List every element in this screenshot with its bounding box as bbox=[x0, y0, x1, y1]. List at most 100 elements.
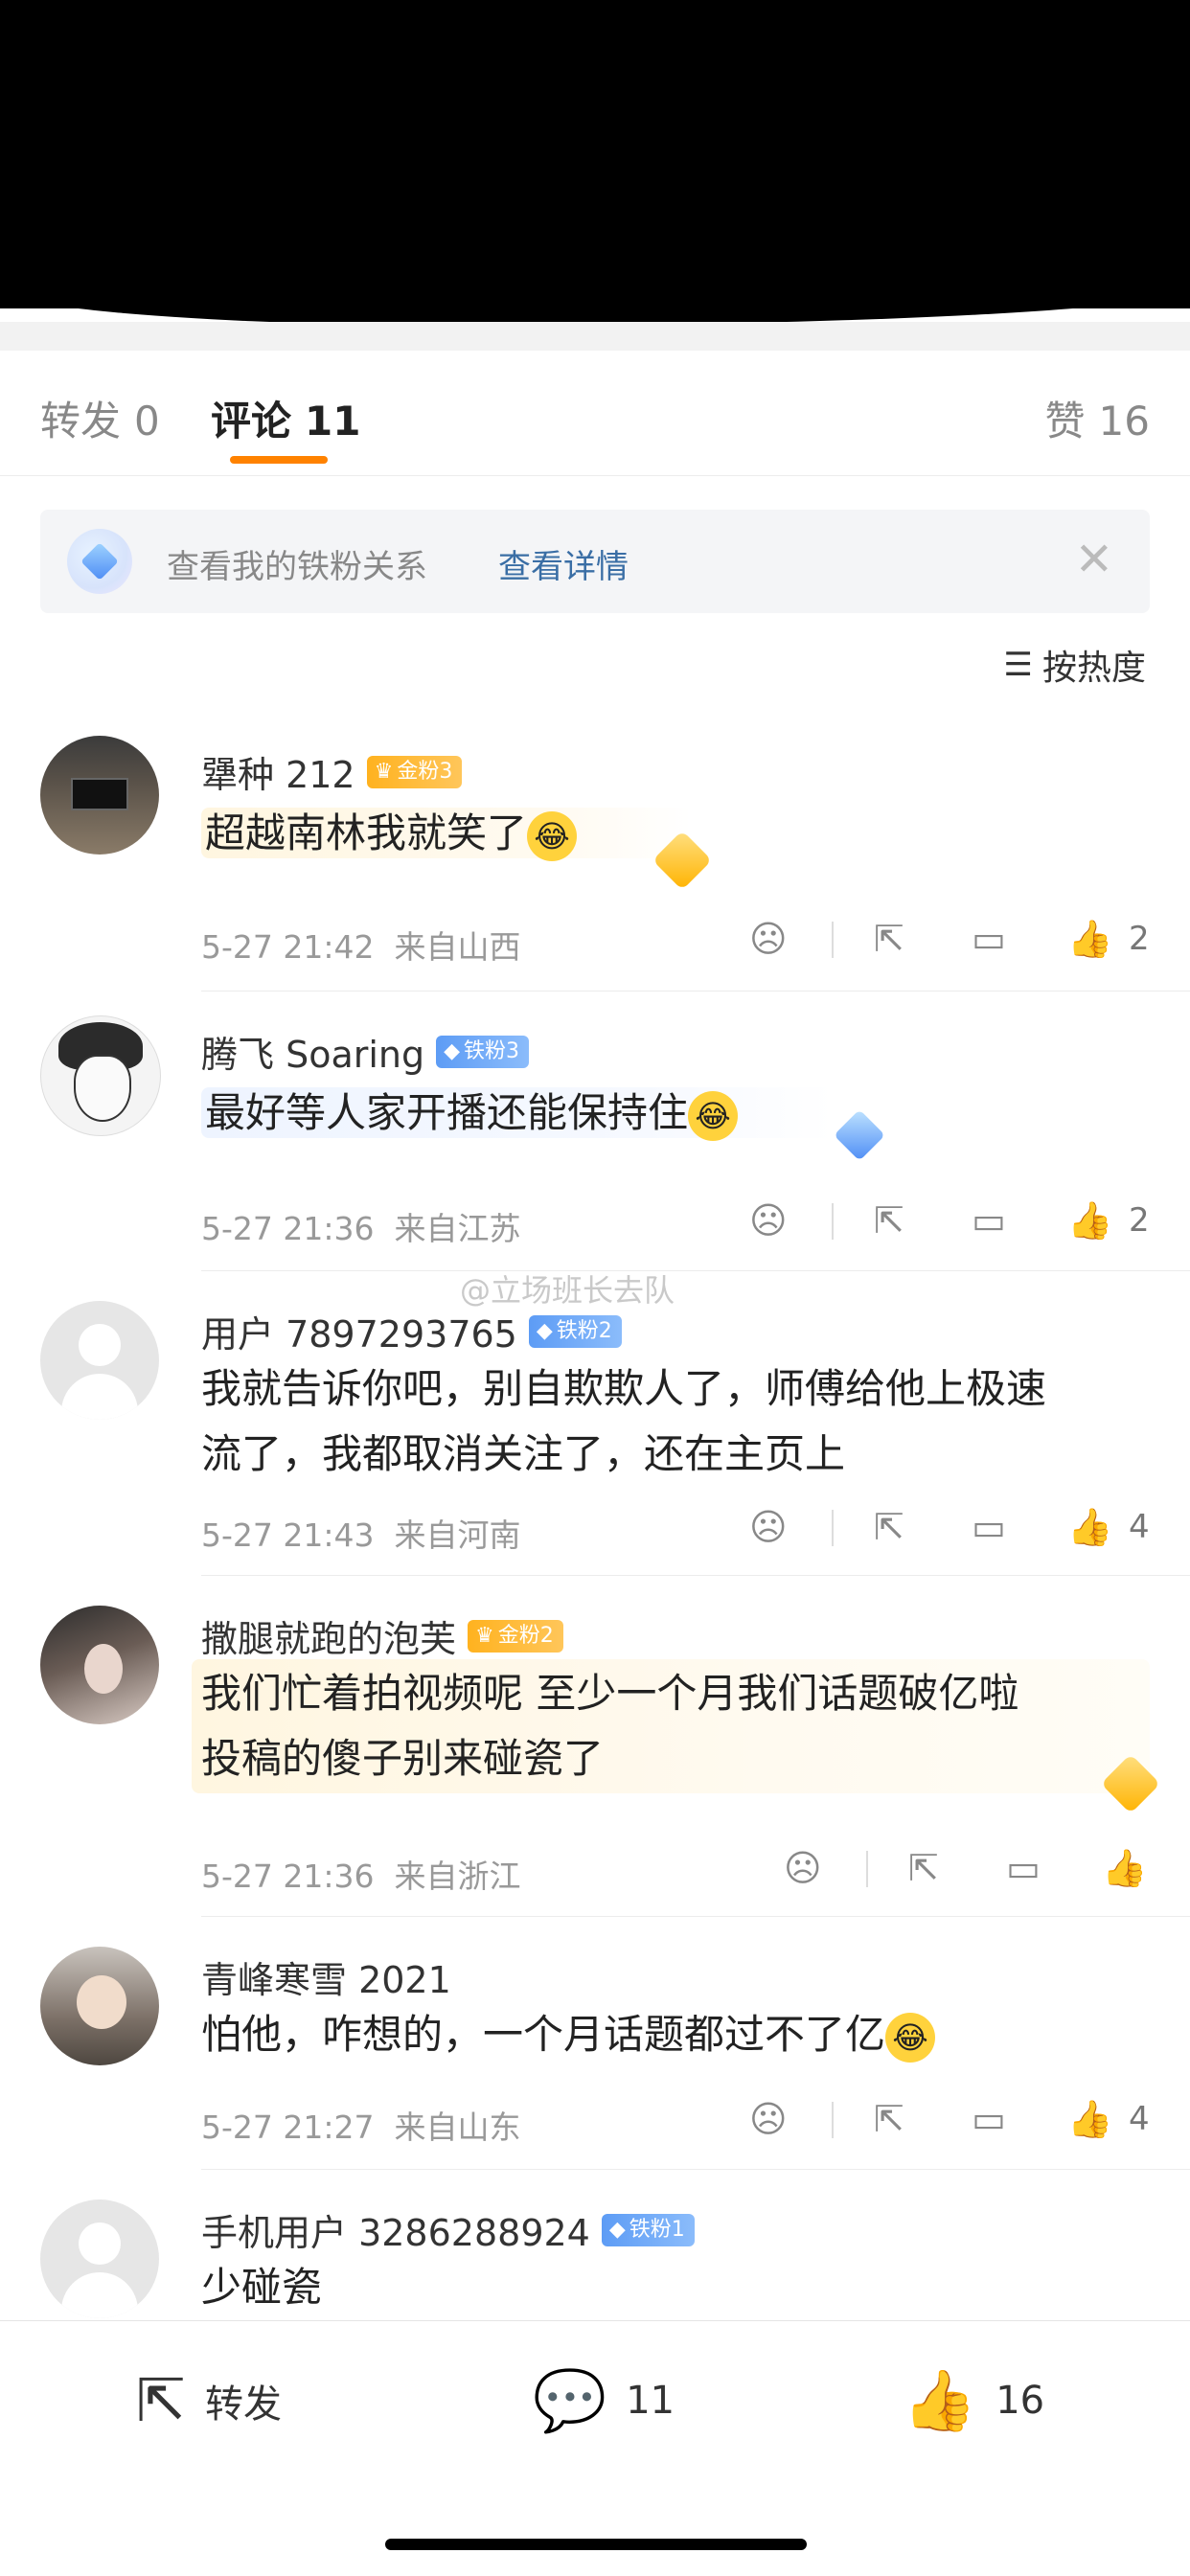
tab-comments[interactable]: 评论 11 bbox=[211, 389, 360, 447]
action-separator bbox=[832, 922, 834, 958]
comment-location: 来自山西 bbox=[394, 928, 521, 966]
comment-bubble-icon[interactable]: ▭ bbox=[972, 918, 1006, 960]
comment-line: 超越南林我就笑了 bbox=[205, 809, 528, 856]
comment-bubble-icon: 💬 bbox=[533, 2365, 607, 2435]
tab-repost-label: 转发 bbox=[40, 398, 122, 445]
comment-author[interactable]: 腾飞 Soaring ◆ 铁粉3 bbox=[201, 1025, 530, 1078]
iron-fan-banner[interactable]: 查看我的铁粉关系 查看详情 ✕ bbox=[40, 510, 1150, 613]
thumbs-up-icon: 👍 bbox=[903, 2365, 977, 2435]
like-count: 4 bbox=[1129, 2100, 1150, 2138]
bottom-action-bar: ⇱ 转发 💬 11 👍 16 bbox=[0, 2320, 1190, 2576]
redacted-header-edge bbox=[0, 287, 1190, 326]
frown-face-icon[interactable]: ☹ bbox=[749, 1506, 788, 1548]
comment-time: 5-27 21:42 bbox=[201, 928, 375, 966]
comment-author[interactable]: 撒腿就跑的泡芙 ♛ 金粉2 bbox=[201, 1609, 563, 1662]
tab-likes[interactable]: 赞 16 bbox=[1045, 389, 1150, 447]
comment-bubble-icon[interactable]: ▭ bbox=[972, 1506, 1006, 1548]
fan-badge: ♛ 金粉2 bbox=[468, 1619, 563, 1653]
like-count: 4 bbox=[1129, 1508, 1150, 1546]
tab-likes-count: 16 bbox=[1098, 398, 1150, 445]
avatar[interactable] bbox=[40, 736, 159, 855]
crown-icon: ♛ bbox=[475, 1623, 494, 1648]
diamond-icon: ◆ bbox=[444, 1038, 461, 1063]
comment-author[interactable]: 犟种 212 ♛ 金粉3 bbox=[201, 745, 463, 798]
frown-face-icon[interactable]: ☹ bbox=[749, 2098, 788, 2140]
share-arrow-icon[interactable]: ⇱ bbox=[908, 1847, 939, 1889]
share-arrow-icon: ⇱ bbox=[136, 2365, 186, 2435]
comment-text-line-1: 我们忙着拍视频呢 至少一个月我们话题破亿啦 bbox=[201, 1670, 1019, 1717]
comment-time: 5-27 21:36 bbox=[201, 1858, 375, 1895]
sort-icon: ☰ bbox=[1003, 646, 1033, 684]
comment-text: 最好等人家开播还能保持住 😂 bbox=[201, 1081, 835, 1146]
avatar[interactable] bbox=[40, 1301, 159, 1420]
comment-text: 少碰瓷 bbox=[201, 2264, 323, 2311]
avatar[interactable] bbox=[40, 1606, 159, 1724]
action-separator bbox=[832, 1203, 834, 1240]
author-name: 手机用户 3286288924 bbox=[201, 2212, 590, 2254]
avatar[interactable] bbox=[40, 2200, 159, 2318]
divider bbox=[201, 2169, 1190, 2170]
close-icon[interactable]: ✕ bbox=[1075, 531, 1113, 588]
avatar[interactable] bbox=[40, 1947, 159, 2065]
diamond-icon: ◆ bbox=[536, 1318, 553, 1343]
tab-repost-count: 0 bbox=[134, 398, 160, 445]
fan-badge: ◆ 铁粉2 bbox=[528, 1314, 622, 1348]
share-arrow-icon[interactable]: ⇱ bbox=[874, 2098, 904, 2140]
comment-time: 5-27 21:36 bbox=[201, 1210, 375, 1247]
comment-author[interactable]: 用户 7897293765 ◆ 铁粉2 bbox=[201, 1305, 622, 1357]
comment-button[interactable]: 💬 11 bbox=[533, 2367, 675, 2434]
comment-line: 怕他，咋想的，一个月话题都过不了亿 bbox=[201, 2011, 886, 2058]
tab-bar: 转发 0 评论 11 赞 16 bbox=[0, 351, 1190, 476]
author-name: 青峰寒雪 2021 bbox=[201, 1959, 451, 2001]
share-arrow-icon[interactable]: ⇱ bbox=[874, 1506, 904, 1548]
badge-label: 铁粉1 bbox=[629, 2217, 685, 2242]
comment-text-line-1: 我就告诉你吧，别自欺欺人了，师傅给他上极速 bbox=[201, 1365, 1047, 1412]
thumbs-up-icon[interactable]: 👍 bbox=[1067, 918, 1112, 960]
share-arrow-icon[interactable]: ⇱ bbox=[874, 1199, 904, 1242]
comment-bubble-icon[interactable]: ▭ bbox=[1006, 1847, 1041, 1889]
comment-location: 来自河南 bbox=[394, 1516, 521, 1554]
frown-face-icon[interactable]: ☹ bbox=[784, 1847, 822, 1889]
comment-count: 11 bbox=[626, 2379, 675, 2423]
comment-bubble-icon[interactable]: ▭ bbox=[972, 2098, 1006, 2140]
action-separator bbox=[866, 1851, 868, 1887]
comment-text-line-2: 流了，我都取消关注了，还在主页上 bbox=[201, 1430, 846, 1477]
comment-meta: 5-27 21:43 来自河南 bbox=[201, 1510, 520, 1556]
frown-face-icon[interactable]: ☹ bbox=[749, 1199, 788, 1242]
tab-repost[interactable]: 转发 0 bbox=[40, 389, 160, 447]
comment-time: 5-27 21:43 bbox=[201, 1516, 375, 1554]
thumbs-up-icon[interactable]: 👍 bbox=[1067, 1506, 1112, 1548]
comment-bubble-icon[interactable]: ▭ bbox=[972, 1199, 1006, 1242]
thumbs-up-icon[interactable]: 👍 bbox=[1067, 1199, 1112, 1242]
thumbs-up-icon[interactable]: 👍 bbox=[1102, 1847, 1147, 1889]
comment-location: 来自浙江 bbox=[394, 1858, 521, 1895]
comment-meta: 5-27 21:36 来自浙江 bbox=[201, 1851, 520, 1897]
comment-author[interactable]: 手机用户 3286288924 ◆ 铁粉1 bbox=[201, 2203, 695, 2256]
thumbs-up-icon[interactable]: 👍 bbox=[1067, 2098, 1112, 2140]
sort-button[interactable]: ☰ 按热度 bbox=[1004, 640, 1147, 690]
badge-label: 金粉3 bbox=[397, 759, 453, 784]
comment-location: 来自江苏 bbox=[394, 1210, 521, 1247]
active-tab-indicator bbox=[230, 456, 328, 464]
action-separator bbox=[832, 1510, 834, 1546]
sort-label: 按热度 bbox=[1041, 649, 1146, 688]
frown-face-icon[interactable]: ☹ bbox=[749, 918, 788, 960]
badge-label: 铁粉3 bbox=[464, 1038, 520, 1063]
comment-author[interactable]: 青峰寒雪 2021 bbox=[201, 1950, 451, 2003]
author-name: 犟种 212 bbox=[201, 754, 355, 796]
laughing-crying-emoji-icon: 😂 bbox=[527, 810, 578, 861]
comment-line: 最好等人家开播还能保持住 bbox=[205, 1089, 689, 1136]
repost-button[interactable]: ⇱ 转发 bbox=[136, 2367, 282, 2434]
like-button[interactable]: 👍 16 bbox=[903, 2367, 1044, 2434]
share-arrow-icon[interactable]: ⇱ bbox=[874, 918, 904, 960]
author-name: 腾飞 Soaring bbox=[201, 1034, 425, 1076]
author-name: 撒腿就跑的泡芙 bbox=[201, 1618, 457, 1660]
like-count: 2 bbox=[1129, 920, 1150, 958]
divider bbox=[201, 1270, 1190, 1271]
comment-text: 怕他，咋想的，一个月话题都过不了亿 😂 bbox=[201, 2002, 936, 2067]
divider bbox=[201, 1916, 1190, 1917]
avatar[interactable] bbox=[40, 1015, 161, 1136]
fan-banner-link[interactable]: 查看详情 bbox=[498, 540, 629, 587]
action-separator bbox=[832, 2102, 834, 2138]
repost-label: 转发 bbox=[204, 2382, 282, 2427]
